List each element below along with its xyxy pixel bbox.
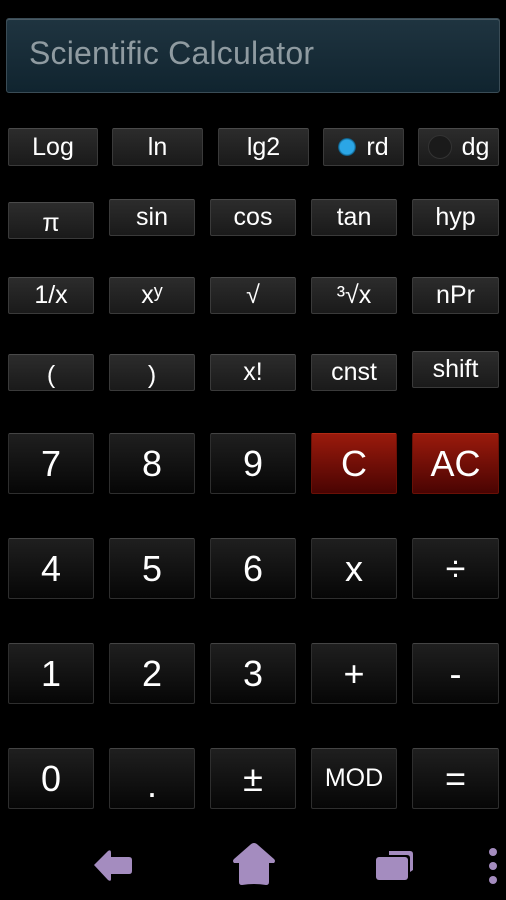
system-navigation-bar xyxy=(0,830,506,900)
plus-minus-button[interactable]: ± xyxy=(210,748,296,809)
pi-button[interactable]: π xyxy=(8,202,94,239)
back-icon[interactable] xyxy=(92,848,134,884)
radio-selected-icon xyxy=(338,138,357,156)
digit-0-button[interactable]: 0 xyxy=(8,748,94,809)
decimal-point-button[interactable]: . xyxy=(109,748,195,809)
calculator-display: Scientific Calculator xyxy=(6,18,500,93)
digit-3-button[interactable]: 3 xyxy=(210,643,296,704)
menu-icon[interactable] xyxy=(486,846,500,886)
display-text: Scientific Calculator xyxy=(29,35,315,71)
equals-button[interactable]: = xyxy=(412,748,499,809)
digit-2-button[interactable]: 2 xyxy=(109,643,195,704)
npr-button[interactable]: nPr xyxy=(412,277,499,314)
clear-button[interactable]: C xyxy=(311,433,397,494)
degrees-radio[interactable]: dg xyxy=(418,128,499,166)
radio-unselected-icon xyxy=(427,135,452,159)
sin-button[interactable]: sin xyxy=(109,199,195,236)
lg2-button[interactable]: lg2 xyxy=(218,128,309,166)
reciprocal-button[interactable]: 1/x xyxy=(8,277,94,314)
subtract-button[interactable]: - xyxy=(412,643,499,704)
ln-button[interactable]: ln xyxy=(112,128,203,166)
shift-button[interactable]: shift xyxy=(412,351,499,388)
hyp-button[interactable]: hyp xyxy=(412,199,499,236)
multiply-button[interactable]: x xyxy=(311,538,397,599)
square-root-button[interactable]: √ xyxy=(210,277,296,314)
power-button[interactable]: xy xyxy=(109,277,195,314)
digit-8-button[interactable]: 8 xyxy=(109,433,195,494)
log-button[interactable]: Log xyxy=(8,128,98,166)
cos-button[interactable]: cos xyxy=(210,199,296,236)
radians-radio[interactable]: rd xyxy=(323,128,404,166)
digit-7-button[interactable]: 7 xyxy=(8,433,94,494)
all-clear-button[interactable]: AC xyxy=(412,433,499,494)
digit-1-button[interactable]: 1 xyxy=(8,643,94,704)
open-paren-button[interactable]: ( xyxy=(8,354,94,391)
recent-apps-icon[interactable] xyxy=(375,850,415,882)
divide-button[interactable]: ÷ xyxy=(412,538,499,599)
home-icon[interactable] xyxy=(231,842,277,886)
digit-5-button[interactable]: 5 xyxy=(109,538,195,599)
add-button[interactable]: + xyxy=(311,643,397,704)
factorial-button[interactable]: x! xyxy=(210,354,296,391)
digit-9-button[interactable]: 9 xyxy=(210,433,296,494)
cube-root-button[interactable]: ³√x xyxy=(311,277,397,314)
modulo-button[interactable]: MOD xyxy=(311,748,397,809)
digit-4-button[interactable]: 4 xyxy=(8,538,94,599)
tan-button[interactable]: tan xyxy=(311,199,397,236)
digit-6-button[interactable]: 6 xyxy=(210,538,296,599)
close-paren-button[interactable]: ) xyxy=(109,354,195,391)
constants-button[interactable]: cnst xyxy=(311,354,397,391)
